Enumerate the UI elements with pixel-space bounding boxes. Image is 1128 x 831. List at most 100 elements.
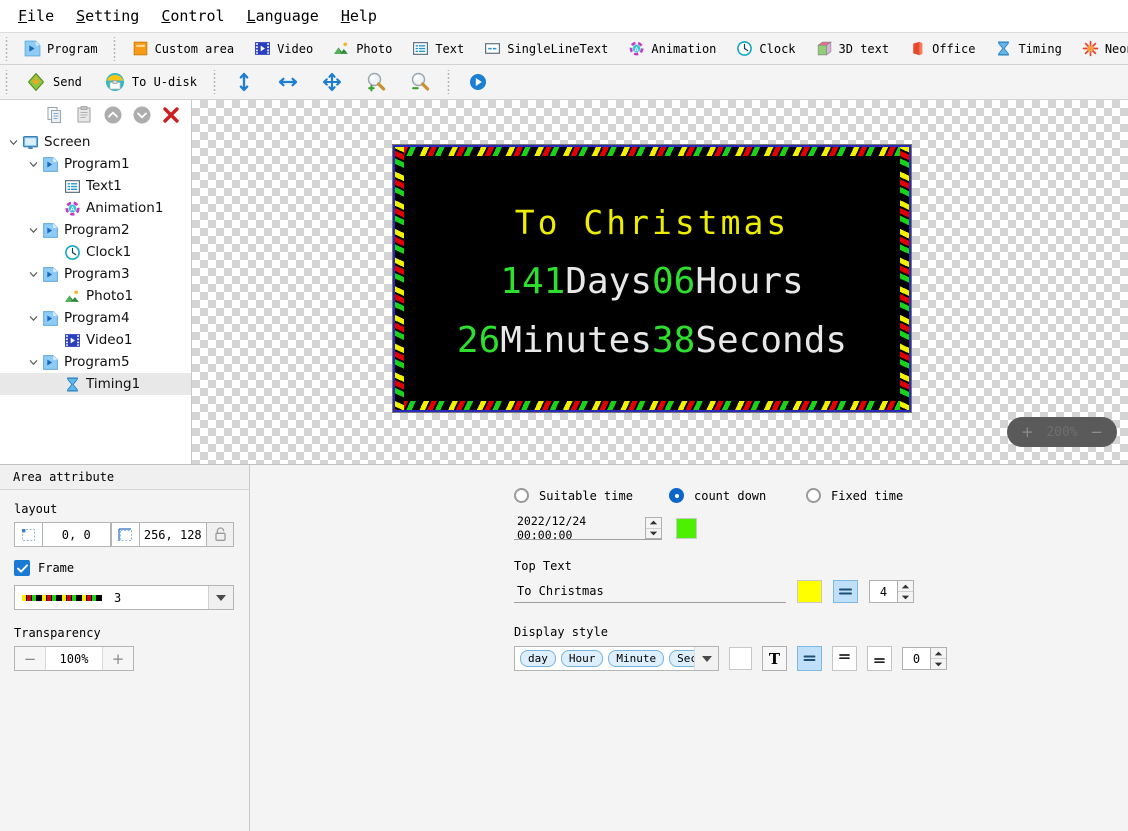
tree-item-clock1[interactable]: Clock1 <box>0 241 191 263</box>
transparency-value[interactable]: 100% <box>45 647 103 670</box>
display-style-spacing-value[interactable]: 0 <box>902 647 930 670</box>
expander-program3[interactable] <box>24 263 42 285</box>
align-middle-button[interactable] <box>832 646 857 671</box>
toolbar-grip-2[interactable] <box>110 36 119 61</box>
preview-canvas[interactable]: To Christmas 141Days06Hours 26Minutes38S… <box>192 100 1128 464</box>
radio-suitable-time[interactable] <box>514 488 529 503</box>
datetime-value[interactable]: 2022/12/24 00:00:00 <box>514 514 645 542</box>
display-style-dropdown-button[interactable] <box>694 647 718 670</box>
tree-item-program2[interactable]: Program2 <box>0 219 191 241</box>
tree-item-program3[interactable]: Program3 <box>0 263 191 285</box>
tree-item-screen[interactable]: Screen <box>0 131 191 153</box>
radio-fixed-time[interactable] <box>806 488 821 503</box>
toolbar-timing-button[interactable]: Timing <box>985 36 1071 62</box>
position-value[interactable]: 0, 0 <box>43 522 111 547</box>
radio-count-down[interactable] <box>669 488 684 503</box>
token-day[interactable]: day <box>520 650 556 667</box>
frame-checkbox[interactable] <box>14 560 30 576</box>
toolbar-text-button[interactable]: Text <box>402 36 474 62</box>
datetime-field[interactable]: 2022/12/24 00:00:00 <box>514 514 662 542</box>
datetime-spinner-down[interactable] <box>646 527 661 539</box>
expander-program2[interactable] <box>24 219 42 241</box>
menu-setting[interactable]: Setting <box>66 3 149 29</box>
transparency-increase-button[interactable]: + <box>103 647 133 670</box>
fit-both-button[interactable] <box>310 68 354 97</box>
action-toolbar-grip-2[interactable] <box>210 70 219 94</box>
send-button[interactable]: Send <box>14 68 93 97</box>
display-style-tokens[interactable]: day Hour Minute Sec <box>514 646 719 671</box>
top-text-spacing-value[interactable]: 4 <box>869 580 897 603</box>
frame-checkbox-row[interactable]: Frame <box>14 560 235 576</box>
datetime-spinner[interactable] <box>645 517 662 539</box>
fit-width-button[interactable] <box>266 68 310 97</box>
mode-fixed-time[interactable]: Fixed time <box>806 488 903 503</box>
toolbar-custom-area-button[interactable]: Custom area <box>122 36 244 62</box>
copy-icon[interactable] <box>45 105 65 125</box>
token-minute[interactable]: Minute <box>608 650 665 667</box>
size-value[interactable]: 256, 128 <box>139 522 207 547</box>
paste-icon[interactable] <box>74 105 94 125</box>
tree-item-photo1[interactable]: Photo1 <box>0 285 191 307</box>
tree-item-text1[interactable]: Text1 <box>0 175 191 197</box>
top-text-color-swatch[interactable] <box>797 580 822 603</box>
top-text-spacing-spinner[interactable] <box>897 580 914 603</box>
frame-style-combobox[interactable]: 3 <box>14 585 234 610</box>
move-up-icon[interactable] <box>103 105 123 125</box>
expander-program5[interactable] <box>24 351 42 373</box>
toolbar-neon-button[interactable]: Neon <box>1072 36 1128 62</box>
mode-count-down[interactable]: count down <box>669 488 806 503</box>
tree-item-program4[interactable]: Program4 <box>0 307 191 329</box>
zoom-out-button[interactable] <box>398 68 442 97</box>
tree-item-program5[interactable]: Program5 <box>0 351 191 373</box>
display-style-spacing-spinner[interactable] <box>930 647 947 670</box>
toolbar-office-button[interactable]: Office <box>899 36 985 62</box>
action-toolbar-grip[interactable] <box>3 70 11 94</box>
delete-icon[interactable] <box>161 105 181 125</box>
toolbar-program-button[interactable]: Program <box>14 36 108 62</box>
move-down-icon[interactable] <box>132 105 152 125</box>
zoom-in-button[interactable]: + <box>1021 423 1034 441</box>
tree-item-program1[interactable]: Program1 <box>0 153 191 175</box>
toolbar-video-button[interactable]: Video <box>244 36 323 62</box>
toolbar-3dtext-button[interactable]: 3D text <box>806 36 900 62</box>
top-text-align-button[interactable] <box>833 580 858 603</box>
top-text-input[interactable] <box>514 580 786 603</box>
menu-file[interactable]: File <box>8 3 64 29</box>
zoom-control[interactable]: + 200% − <box>1007 417 1117 447</box>
menu-language[interactable]: Language <box>237 3 329 29</box>
zoom-out-button[interactable]: − <box>1090 423 1103 441</box>
toolbar-clock-button[interactable]: Clock <box>726 36 805 62</box>
display-style-color-swatch[interactable] <box>729 647 752 670</box>
font-button[interactable]: T <box>762 646 787 671</box>
menu-help[interactable]: Help <box>331 3 387 29</box>
expander-program1[interactable] <box>24 153 42 175</box>
tree-item-timing1[interactable]: Timing1 <box>0 373 191 395</box>
align-bottom-button[interactable] <box>867 646 892 671</box>
to-udisk-button[interactable]: To U-disk <box>93 68 208 97</box>
menu-control[interactable]: Control <box>151 3 234 29</box>
token-hour[interactable]: Hour <box>560 650 604 667</box>
style-spinner-down[interactable] <box>931 658 946 669</box>
countdown-color-swatch[interactable] <box>676 518 697 539</box>
toolbar-singlelinetext-button[interactable]: SingleLineText <box>474 36 618 62</box>
tree-item-animation1[interactable]: A Animation1 <box>0 197 191 219</box>
transparency-decrease-button[interactable]: − <box>15 647 45 670</box>
play-button[interactable] <box>456 68 500 97</box>
mode-suitable-time[interactable]: Suitable time <box>514 488 669 503</box>
expander-screen[interactable] <box>4 131 22 153</box>
token-second[interactable]: Sec <box>669 650 694 667</box>
frame-style-dropdown-button[interactable] <box>208 586 233 609</box>
expander-program4[interactable] <box>24 307 42 329</box>
tree-item-video1[interactable]: Video1 <box>0 329 191 351</box>
spacing-spinner-up[interactable] <box>898 581 913 591</box>
toolbar-animation-button[interactable]: A Animation <box>618 36 726 62</box>
style-spinner-up[interactable] <box>931 648 946 658</box>
spacing-spinner-down[interactable] <box>898 591 913 602</box>
action-toolbar-grip-3[interactable] <box>444 70 453 94</box>
datetime-spinner-up[interactable] <box>646 518 661 528</box>
toolbar-photo-button[interactable]: Photo <box>323 36 402 62</box>
zoom-in-button[interactable] <box>354 68 398 97</box>
fit-height-button[interactable] <box>222 68 266 97</box>
toolbar-grip[interactable] <box>3 36 11 61</box>
aspect-lock-button[interactable] <box>207 522 234 547</box>
